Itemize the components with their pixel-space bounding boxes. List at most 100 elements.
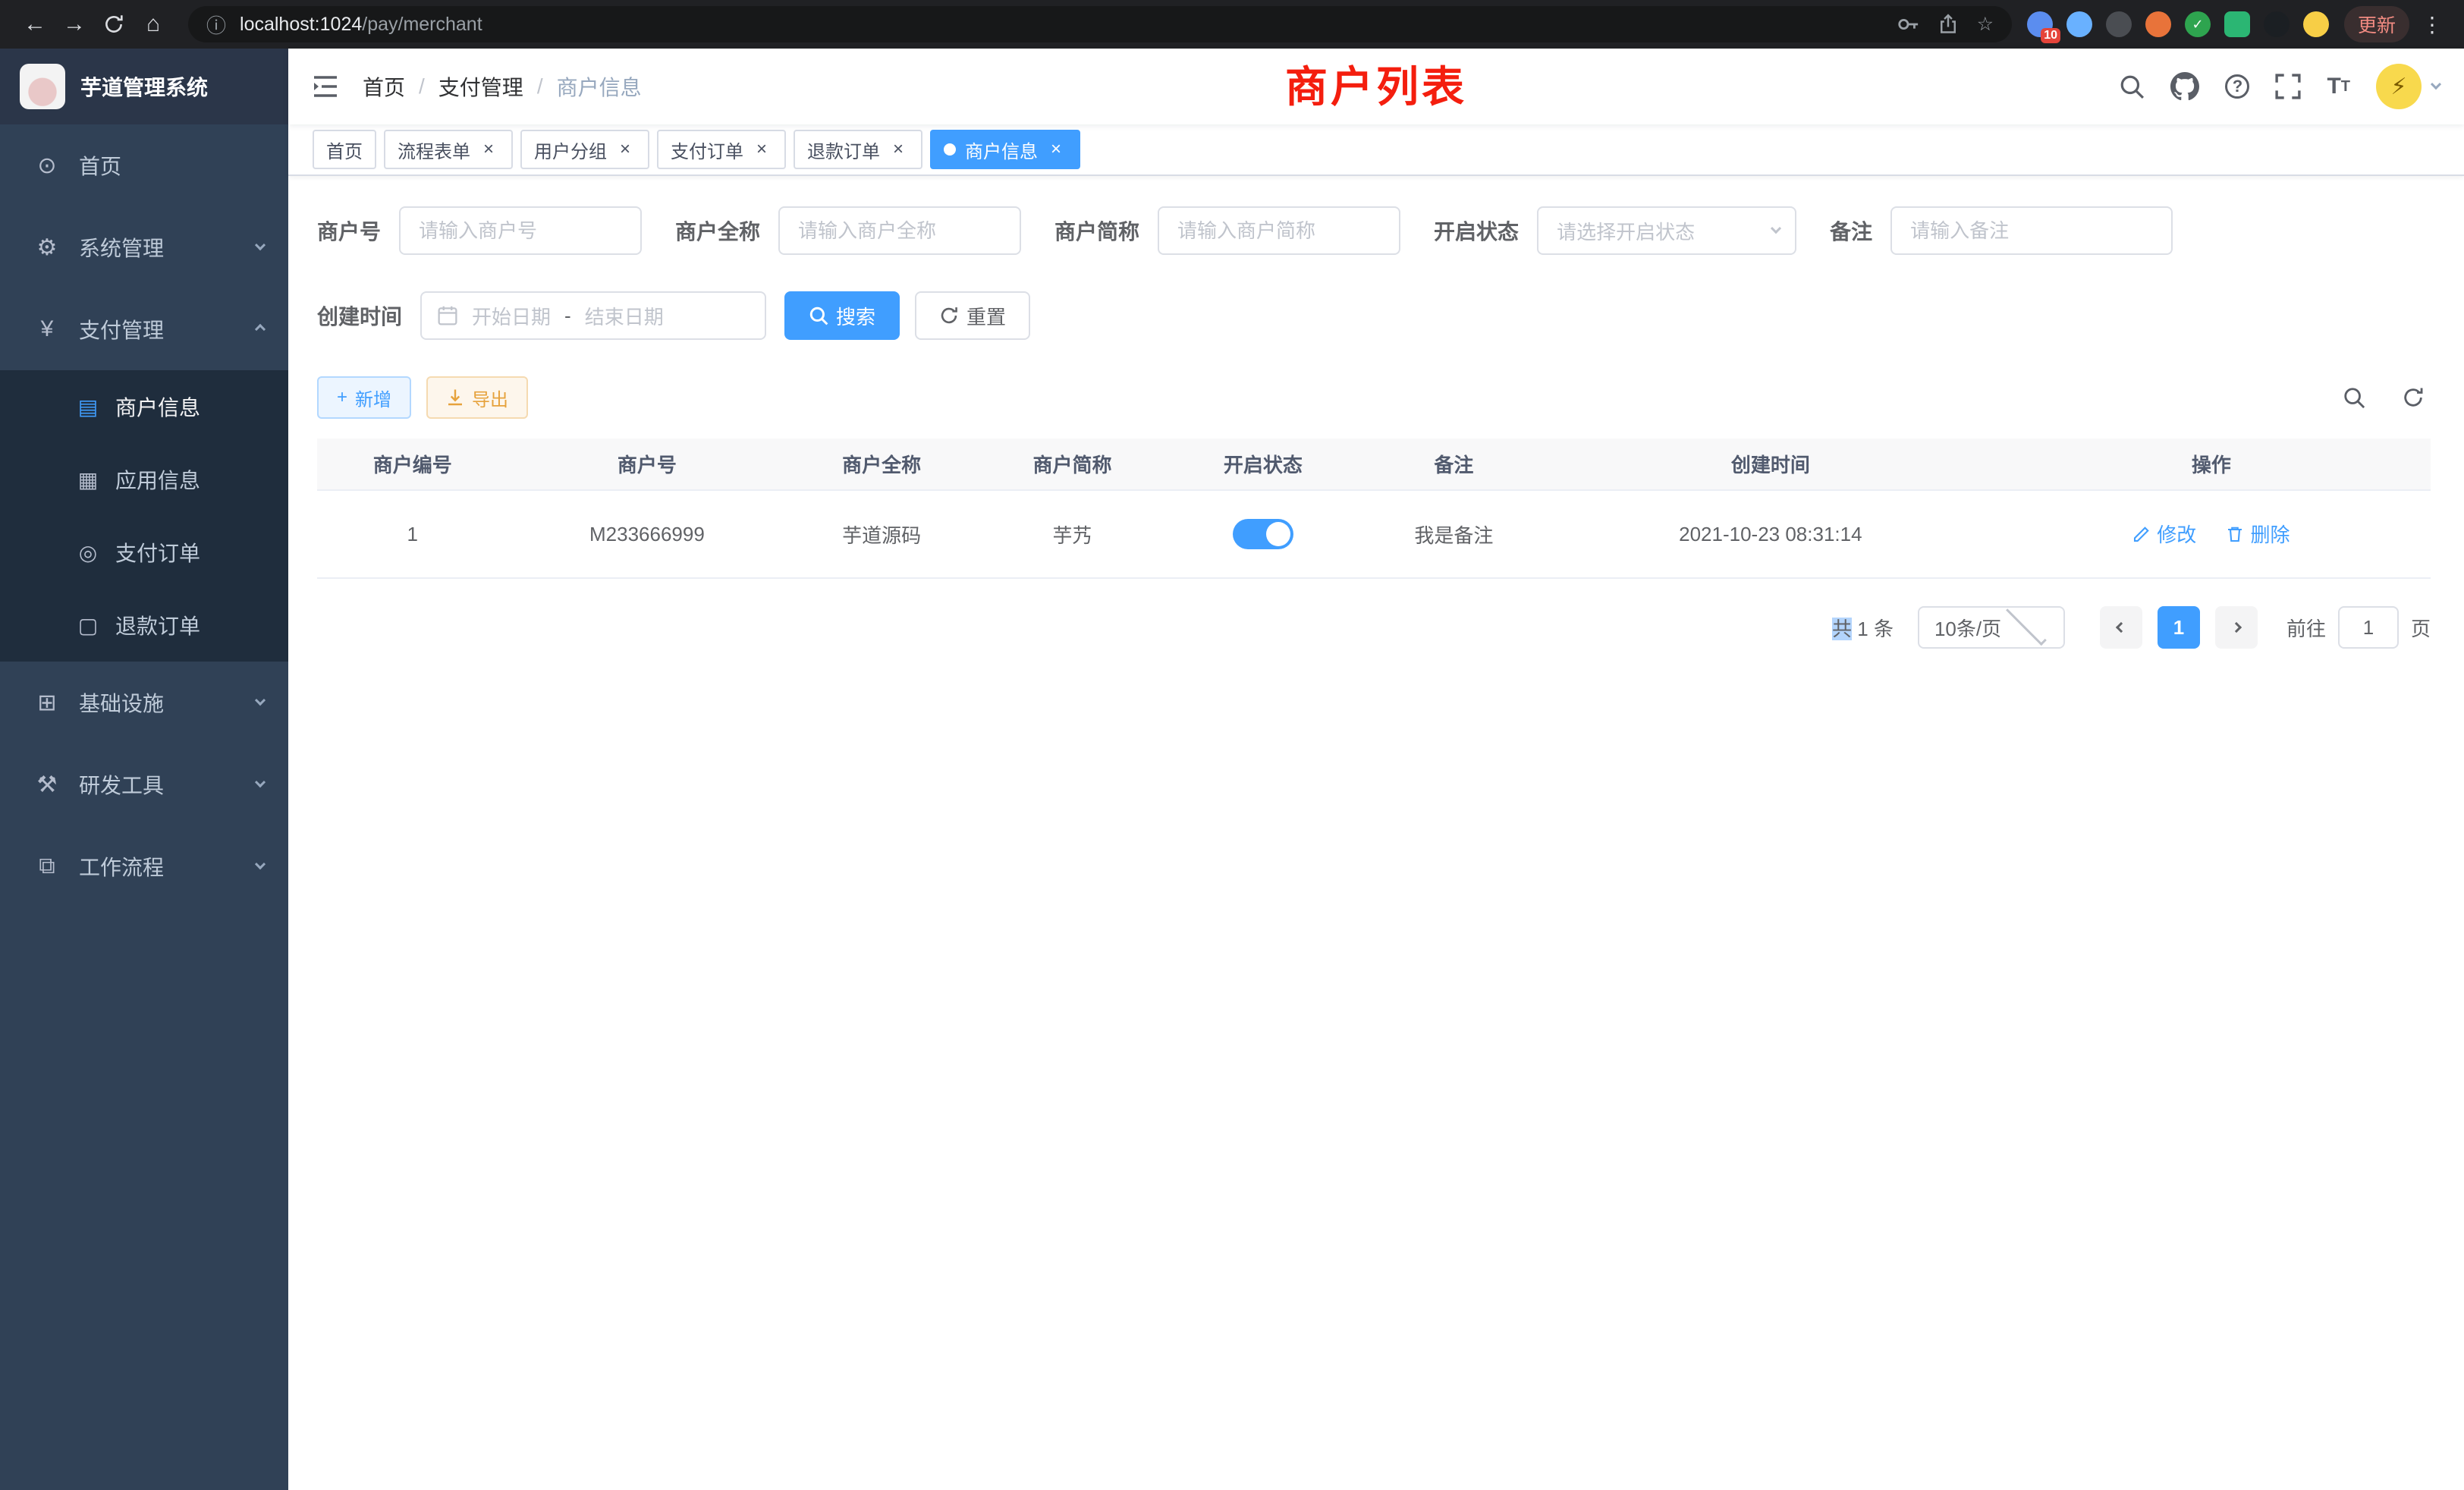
search-button-label: 搜索 — [836, 302, 875, 330]
breadcrumb-current: 商户信息 — [557, 71, 642, 102]
user-menu[interactable]: ⚡ — [2376, 64, 2440, 109]
merchant-table: 商户编号 商户号 商户全称 商户简称 开启状态 备注 创建时间 操作 1 — [317, 439, 2431, 579]
status-select[interactable]: 请选择开启状态 — [1537, 206, 1796, 255]
table-header-row: 商户编号 商户号 商户全称 商户简称 开启状态 备注 创建时间 操作 — [317, 439, 2431, 490]
status-toggle[interactable] — [1233, 519, 1293, 549]
sidebar-item-pay-order[interactable]: ◎ 支付订单 — [0, 516, 288, 589]
breadcrumb-home[interactable]: 首页 — [363, 71, 405, 102]
close-icon[interactable]: × — [1045, 139, 1067, 160]
add-button[interactable]: + 新增 — [317, 376, 411, 419]
app-grid-icon: ▦ — [73, 467, 103, 492]
total-suffix: 条 — [1874, 618, 1894, 640]
cell-remark: 我是备注 — [1359, 490, 1549, 578]
tab-label: 退款订单 — [807, 137, 880, 163]
help-icon[interactable]: ? — [2225, 74, 2249, 99]
browser-update-button[interactable]: 更新 — [2344, 6, 2409, 42]
sidebar-logo[interactable]: 芋道管理系统 — [0, 49, 288, 124]
sidebar-item-merchant-info[interactable]: ▤ 商户信息 — [0, 370, 288, 443]
close-icon[interactable]: × — [751, 139, 772, 160]
date-range-picker[interactable]: 开始日期 - 结束日期 — [420, 291, 766, 340]
page-size-value: 10条/页 — [1934, 614, 2001, 642]
hamburger-icon[interactable] — [313, 75, 338, 98]
tab-label: 首页 — [326, 137, 363, 163]
sidebar-item-payment[interactable]: ¥ 支付管理 — [0, 288, 288, 370]
browser-home-icon[interactable]: ⌂ — [134, 5, 173, 44]
filter-full-name: 商户全称 — [675, 206, 1021, 255]
close-icon[interactable]: × — [478, 139, 499, 160]
tab-pay-order[interactable]: 支付订单 × — [657, 130, 786, 169]
tab-label: 商户信息 — [965, 137, 1038, 163]
fullscreen-icon[interactable] — [2275, 74, 2301, 99]
short-name-input[interactable] — [1158, 206, 1400, 255]
sidebar-item-workflow[interactable]: ⧉ 工作流程 — [0, 825, 288, 907]
search-button[interactable]: 搜索 — [784, 291, 900, 340]
sidebar-item-label: 商户信息 — [115, 391, 288, 422]
filter-label: 商户全称 — [675, 215, 760, 246]
extension-icon-1[interactable]: 10 — [2027, 11, 2053, 37]
delete-link[interactable]: 删除 — [2226, 520, 2290, 548]
tab-user-group[interactable]: 用户分组 × — [520, 130, 649, 169]
tab-label: 用户分组 — [534, 137, 607, 163]
share-icon[interactable] — [1938, 14, 1959, 35]
sidebar-item-devtools[interactable]: ⚒ 研发工具 — [0, 743, 288, 825]
close-icon[interactable]: × — [614, 139, 636, 160]
font-size-icon[interactable]: TT — [2327, 74, 2350, 99]
pay-order-icon: ◎ — [73, 540, 103, 565]
tab-process-form[interactable]: 流程表单 × — [384, 130, 513, 169]
extension-icon-8[interactable] — [2303, 11, 2329, 37]
next-page-button[interactable] — [2215, 606, 2258, 649]
filter-label: 商户号 — [317, 215, 381, 246]
table-search-toggle-icon[interactable] — [2343, 386, 2365, 409]
tags-view-bar: 首页 流程表单 × 用户分组 × 支付订单 × 退款订单 × — [288, 124, 2464, 176]
pagination: 共 1 条 10条/页 1 前往 页 — [317, 606, 2431, 649]
page-size-select[interactable]: 10条/页 — [1918, 606, 2065, 649]
date-end-placeholder: 结束日期 — [585, 302, 664, 330]
address-bar[interactable]: ⓘ localhost:1024/pay/merchant ☆ — [188, 6, 2012, 42]
sidebar-item-refund-order[interactable]: ▢ 退款订单 — [0, 589, 288, 662]
reset-button[interactable]: 重置 — [915, 291, 1030, 340]
github-icon[interactable] — [2170, 72, 2199, 101]
password-key-icon[interactable] — [1897, 13, 1919, 36]
top-navbar: 首页 / 支付管理 / 商户信息 商户列表 ? — [288, 49, 2464, 124]
tab-merchant-info[interactable]: 商户信息 × — [930, 130, 1080, 169]
sidebar-item-system[interactable]: ⚙ 系统管理 — [0, 206, 288, 288]
filter-label: 开启状态 — [1434, 215, 1519, 246]
tab-home[interactable]: 首页 — [313, 130, 376, 169]
app-frame: 芋道管理系统 ⊙ 首页 ⚙ 系统管理 ¥ 支付管理 ▤ 商户信息 — [0, 49, 2464, 1490]
table-refresh-icon[interactable] — [2402, 386, 2425, 409]
extension-icon-5[interactable]: ✓ — [2185, 11, 2211, 37]
sidebar-item-infrastructure[interactable]: ⊞ 基础设施 — [0, 662, 288, 743]
extension-icon-7[interactable] — [2264, 11, 2290, 37]
tab-refund-order[interactable]: 退款订单 × — [794, 130, 922, 169]
full-name-input[interactable] — [778, 206, 1021, 255]
sidebar-item-app-info[interactable]: ▦ 应用信息 — [0, 443, 288, 516]
bookmark-star-icon[interactable]: ☆ — [1977, 13, 1994, 36]
merchant-no-input[interactable] — [399, 206, 642, 255]
breadcrumb-payment[interactable]: 支付管理 — [438, 71, 523, 102]
extension-icon-3[interactable] — [2106, 11, 2132, 37]
goto-page-input[interactable] — [2338, 606, 2399, 649]
export-button[interactable]: 导出 — [426, 376, 528, 419]
page-number-button[interactable]: 1 — [2158, 606, 2200, 649]
browser-forward-icon[interactable]: → — [55, 5, 94, 44]
sidebar-item-label: 研发工具 — [79, 769, 256, 800]
col-create-time: 创建时间 — [1549, 439, 1992, 490]
screen: ← → ⌂ ⓘ localhost:1024/pay/merchant ☆ 10 — [0, 0, 2464, 1490]
header-search-icon[interactable] — [2119, 74, 2145, 99]
sidebar-item-label: 应用信息 — [115, 464, 288, 495]
prev-page-button[interactable] — [2100, 606, 2142, 649]
yen-icon: ¥ — [30, 316, 64, 342]
filter-label: 备注 — [1830, 215, 1872, 246]
close-icon[interactable]: × — [888, 139, 909, 160]
site-info-icon[interactable]: ⓘ — [206, 11, 226, 39]
extension-icon-4[interactable] — [2145, 11, 2171, 37]
date-separator: - — [564, 304, 571, 328]
browser-menu-icon[interactable]: ⋮ — [2415, 12, 2449, 37]
browser-reload-icon[interactable] — [94, 5, 134, 44]
edit-link[interactable]: 修改 — [2132, 520, 2196, 548]
extension-icon-2[interactable] — [2066, 11, 2092, 37]
browser-back-icon[interactable]: ← — [15, 5, 55, 44]
extension-icon-6[interactable] — [2224, 11, 2250, 37]
sidebar-item-home[interactable]: ⊙ 首页 — [0, 124, 288, 206]
remark-input[interactable] — [1890, 206, 2173, 255]
